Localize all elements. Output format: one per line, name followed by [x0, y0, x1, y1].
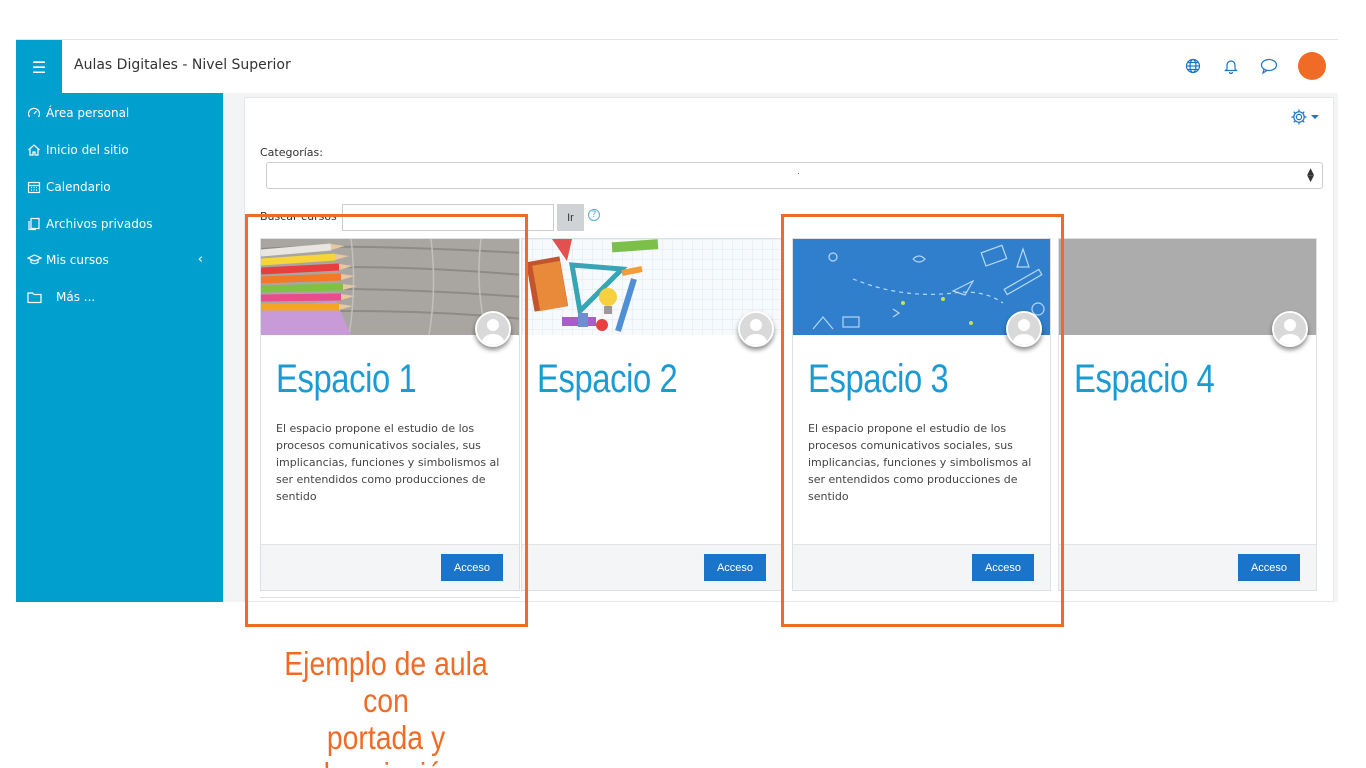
course-card: Espacio 4 Acceso	[1058, 238, 1317, 591]
course-teacher-avatar	[1272, 311, 1308, 347]
course-card-footer: Acceso	[1059, 544, 1316, 590]
annotation-line: Ejemplo de aula con	[284, 645, 488, 719]
sidebar-item-label: Archivos privados	[46, 217, 153, 231]
annotation-line: portada y descripción	[314, 719, 458, 768]
sidebar-item-calendario[interactable]: Calendario	[26, 177, 111, 197]
sidebar-item-label: Mis cursos	[46, 253, 109, 267]
help-icon[interactable]: ?	[588, 209, 600, 221]
course-card-footer: Acceso	[522, 544, 782, 590]
settings-menu[interactable]	[1290, 108, 1319, 126]
site-title[interactable]: Aulas Digitales - Nivel Superior	[74, 57, 291, 73]
top-navbar: ☰ Aulas Digitales - Nivel Superior	[16, 39, 1338, 94]
files-icon	[26, 216, 42, 232]
categories-value: .	[797, 167, 800, 177]
select-arrows-icon: ▲ ▼	[1307, 167, 1314, 184]
search-go-button[interactable]: Ir	[557, 204, 584, 231]
gear-icon	[1291, 109, 1307, 125]
graduation-cap-icon	[26, 252, 42, 268]
sidebar-item-area-personal[interactable]: Área personal	[26, 103, 129, 123]
categories-select[interactable]: . ▲ ▼	[266, 162, 1323, 189]
sidebar-item-archivos[interactable]: Archivos privados	[26, 214, 152, 234]
sidebar-item-mis-cursos[interactable]: Mis cursos ‹	[26, 250, 215, 270]
sidebar: Área personal Inicio del sitio Calendari…	[16, 93, 223, 602]
sidebar-item-inicio[interactable]: Inicio del sitio	[26, 140, 129, 160]
categories-label: Categorías:	[260, 146, 323, 159]
sidebar-item-label: Calendario	[46, 180, 111, 194]
chat-icon[interactable]	[1260, 57, 1278, 75]
sidebar-item-label: Inicio del sitio	[46, 143, 129, 157]
course-access-button[interactable]: Acceso	[1238, 554, 1300, 581]
course-card: Espacio 2 Acceso	[521, 238, 783, 591]
menu-toggle-button[interactable]: ☰	[16, 40, 62, 94]
menu-icon: ☰	[31, 57, 47, 77]
course-title[interactable]: Espacio 4	[1074, 357, 1215, 402]
navbar-actions	[1184, 52, 1326, 80]
chevron-left-icon[interactable]: ‹	[198, 250, 203, 270]
annotation-highlight-box	[781, 214, 1064, 627]
dashboard-icon	[26, 105, 42, 121]
sidebar-item-label: Más ...	[56, 290, 96, 304]
annotation-highlight-box	[245, 214, 528, 627]
calendar-icon	[26, 179, 42, 195]
home-icon	[26, 142, 42, 158]
sidebar-item-mas[interactable]: Más ...	[26, 287, 95, 307]
bell-icon[interactable]	[1222, 57, 1240, 75]
caret-down-icon	[1311, 115, 1319, 119]
annotation-caption: Ejemplo de aula con portada y descripció…	[259, 645, 514, 768]
course-title[interactable]: Espacio 2	[537, 357, 678, 402]
course-teacher-avatar	[738, 311, 774, 347]
folder-icon	[26, 289, 42, 305]
sidebar-item-label: Área personal	[46, 106, 130, 120]
globe-icon[interactable]	[1184, 57, 1202, 75]
user-avatar[interactable]	[1298, 52, 1326, 80]
course-access-button[interactable]: Acceso	[704, 554, 766, 581]
